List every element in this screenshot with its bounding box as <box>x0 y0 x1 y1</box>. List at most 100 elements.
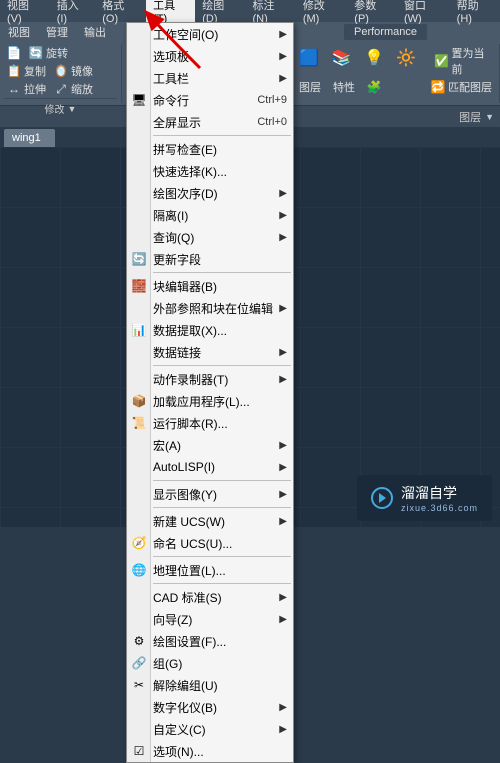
menu-item[interactable]: 快速选择(K)... <box>127 160 293 182</box>
menu-item-label: 自定义(C) <box>153 721 206 738</box>
light-icon[interactable]: 💡 <box>361 44 387 72</box>
ribbon-tab-performance[interactable]: Performance <box>344 24 427 40</box>
menu-item-label: 新建 UCS(W) <box>153 513 225 530</box>
menu-item[interactable]: 数据链接 ▶ <box>127 341 293 363</box>
menu-item[interactable]: 向导(Z)▶ <box>127 608 293 630</box>
menu-item[interactable]: 工具栏 ▶ <box>127 67 293 89</box>
menu-item[interactable]: 自定义(C)▶ <box>127 718 293 740</box>
ribbon-layer[interactable]: 图层 <box>296 78 324 96</box>
menu-item[interactable]: 拼写检查(E) <box>127 138 293 160</box>
ribbon-scale[interactable]: ⤢缩放 <box>51 80 96 98</box>
menu-item-label: 地理位置(L)... <box>153 562 226 579</box>
ribbon-stretch[interactable]: ↔拉伸 <box>4 80 49 98</box>
menu-separator <box>153 272 291 273</box>
menu-item[interactable]: 绘图次序(D)▶ <box>127 182 293 204</box>
menu-item-icon: 🔗 <box>131 655 147 671</box>
menu-item-label: 数据提取(X)... <box>153 322 227 339</box>
menu-separator <box>153 556 291 557</box>
menu-item[interactable]: CAD 标准(S)▶ <box>127 586 293 608</box>
menu-item-label: 选项板 <box>153 48 189 65</box>
menubar: 视图(V) 插入(I) 格式(O) 工具(T) 绘图(D) 标注(N) 修改(M… <box>0 0 500 22</box>
menu-item-label: 查询(Q) <box>153 229 194 246</box>
layer-properties-icon[interactable]: 🟦 <box>296 44 322 72</box>
menu-item[interactable]: 隔离(I)▶ <box>127 204 293 226</box>
menu-item[interactable]: 🔗组(G) <box>127 652 293 674</box>
menu-item[interactable]: 📜运行脚本(R)... <box>127 412 293 434</box>
menu-item-label: 数据链接 <box>153 344 201 361</box>
ribbon-blocks[interactable]: 🧩 <box>364 78 384 96</box>
menu-item[interactable]: 显示图像(Y)▶ <box>127 483 293 505</box>
set-current[interactable]: ✅置为当前 <box>432 44 495 78</box>
submenu-arrow-icon: ▶ <box>279 73 287 84</box>
ribbon-copy[interactable]: 📋复制 <box>4 62 49 80</box>
layers-icon[interactable]: 📚 <box>328 44 354 72</box>
menu-item-label: 工具栏 <box>153 70 189 87</box>
menu-item[interactable]: 🌐 地理位置(L)... <box>127 559 293 581</box>
submenu-arrow-icon: ▶ <box>279 347 287 358</box>
menu-item[interactable]: 工作空间(O)▶ <box>127 23 293 45</box>
ribbon-props[interactable]: 特性 <box>330 78 358 96</box>
menu-item[interactable]: 🔄 更新字段 <box>127 248 293 270</box>
menu-item[interactable]: AutoLISP(I)▶ <box>127 456 293 478</box>
submenu-arrow-icon: ▶ <box>279 210 287 221</box>
menu-separator <box>153 583 291 584</box>
label: 拉伸 <box>24 81 46 97</box>
label: 匹配图层 <box>448 79 492 95</box>
menu-item-label: 命令行 <box>153 92 189 109</box>
menu-item[interactable]: 选项板 ▶ <box>127 45 293 67</box>
menu-item[interactable]: 📊数据提取(X)... <box>127 319 293 341</box>
sun-icon[interactable]: 🔆 <box>393 44 419 72</box>
menu-item-icon: 🧱 <box>131 278 147 294</box>
submenu-arrow-icon: ▶ <box>279 51 287 62</box>
ribbon-mirror[interactable]: 🪞镜像 <box>51 62 96 80</box>
menu-item-label: 外部参照和块在位编辑 <box>153 300 273 317</box>
watermark-url: zixue.3d66.com <box>401 503 478 513</box>
menu-item-icon: 🔄 <box>131 251 147 267</box>
menu-item-label: 更新字段 <box>153 251 201 268</box>
menu-separator <box>153 135 291 136</box>
ribbon-tab-output[interactable]: 输出 <box>76 22 114 42</box>
menu-modify[interactable]: 修改(M) <box>296 0 347 28</box>
menu-help[interactable]: 帮助(H) <box>450 0 500 28</box>
menu-item-label: 块编辑器(B) <box>153 278 217 295</box>
block-icon: 🧩 <box>367 80 381 94</box>
play-icon <box>371 487 393 509</box>
match-layer[interactable]: 🔁匹配图层 <box>428 78 495 96</box>
submenu-arrow-icon: ▶ <box>279 374 287 385</box>
menu-item[interactable]: 动作录制器(T)▶ <box>127 368 293 390</box>
menu-item-label: CAD 标准(S) <box>153 589 222 606</box>
menu-item[interactable]: 外部参照和块在位编辑 ▶ <box>127 297 293 319</box>
ribbon-tab-view[interactable]: 视图 <box>0 22 38 42</box>
menu-item-label: 拼写检查(E) <box>153 141 217 158</box>
menu-item[interactable]: ✂解除编组(U) <box>127 674 293 696</box>
menu-shortcut: Ctrl+0 <box>257 116 287 128</box>
menu-item[interactable]: 🖥命令行Ctrl+9 <box>127 89 293 111</box>
menu-item[interactable]: ☑选项(N)... <box>127 740 293 762</box>
label: 置为当前 <box>452 45 492 77</box>
submenu-arrow-icon: ▶ <box>279 303 287 314</box>
doc-icon: 📄 <box>7 46 21 60</box>
layer-panel-label[interactable]: 图层 <box>459 109 481 125</box>
submenu-arrow-icon: ▶ <box>279 188 287 199</box>
menu-item-icon: ✂ <box>131 677 147 693</box>
menu-item-icon: 🌐 <box>131 562 147 578</box>
menu-item[interactable]: ⚙绘图设置(F)... <box>127 630 293 652</box>
menu-item[interactable]: 🧱 块编辑器(B) <box>127 275 293 297</box>
menu-item[interactable]: 宏(A)▶ <box>127 434 293 456</box>
ribbon-btn[interactable]: 📄 <box>4 44 24 62</box>
ribbon-rotate[interactable]: 🔄旋转 <box>26 44 71 62</box>
menu-item[interactable]: 全屏显示Ctrl+0 <box>127 111 293 133</box>
ribbon-tab-manage[interactable]: 管理 <box>38 22 76 42</box>
menu-shortcut: Ctrl+9 <box>257 94 287 106</box>
menu-item[interactable]: 数字化仪(B)▶ <box>127 696 293 718</box>
menu-item[interactable]: 🧭命名 UCS(U)... <box>127 532 293 554</box>
submenu-arrow-icon: ▶ <box>279 702 287 713</box>
menu-item-label: 绘图设置(F)... <box>153 633 226 650</box>
menu-item[interactable]: 📦加载应用程序(L)... <box>127 390 293 412</box>
drawing-tab[interactable]: wing1 <box>4 129 55 147</box>
menu-item[interactable]: 查询(Q)▶ <box>127 226 293 248</box>
ribbon-group-modify: 📄 🔄旋转 📋复制 🪞镜像 ↔拉伸 ⤢缩放 修改▼ <box>0 44 122 103</box>
menu-item-label: 运行脚本(R)... <box>153 415 228 432</box>
match-icon: 🔁 <box>431 80 445 94</box>
menu-item-label: 宏(A) <box>153 437 181 454</box>
